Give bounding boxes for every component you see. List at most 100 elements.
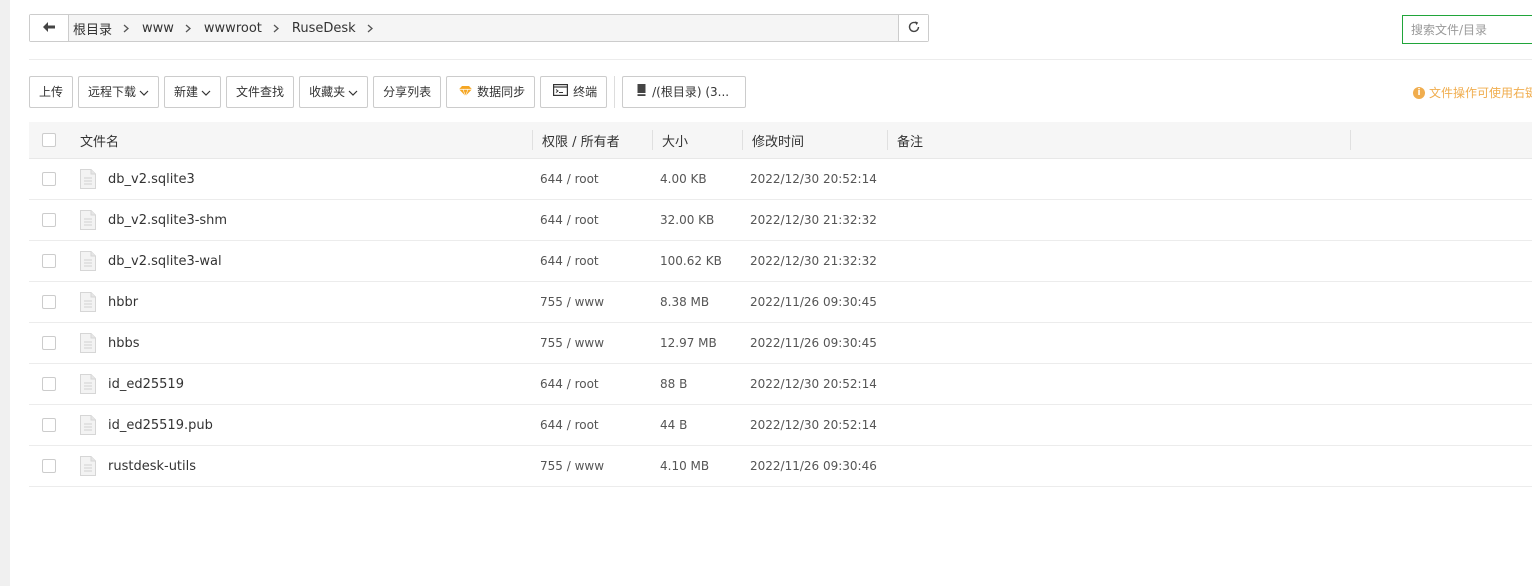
file-permission[interactable]: 644 / root: [540, 200, 599, 240]
toolbar: 上传 远程下载 新建 文件查找 收藏夹 分享列表 数据同步 终端 /(根目录) …: [29, 75, 751, 108]
table-row[interactable]: db_v2.sqlite3 644 / root 4.00 KB 2022/12…: [29, 159, 1532, 200]
chevron-down-icon: [136, 85, 149, 99]
favorites-button[interactable]: 收藏夹: [299, 75, 369, 108]
row-checkbox[interactable]: [42, 336, 56, 350]
file-note[interactable]: [895, 446, 1335, 486]
column-header-size[interactable]: 大小: [662, 122, 688, 158]
breadcrumb-item-wwwroot[interactable]: wwwroot: [204, 21, 292, 36]
file-name[interactable]: db_v2.sqlite3-wal: [108, 241, 222, 281]
file-size: 8.38 MB: [660, 295, 710, 309]
file-permission[interactable]: 755 / www: [540, 282, 604, 322]
file-name[interactable]: id_ed25519.pub: [108, 405, 213, 445]
select-all-checkbox[interactable]: [42, 133, 56, 147]
file-permission[interactable]: 755 / www: [540, 446, 604, 486]
file-note[interactable]: [895, 282, 1335, 322]
file-note[interactable]: [895, 364, 1335, 404]
file-size: 32.00 KB: [660, 213, 715, 227]
chevron-right-icon: [273, 24, 279, 33]
column-divider: [742, 130, 743, 150]
file-icon: [80, 251, 96, 274]
file-note[interactable]: [895, 241, 1335, 281]
row-checkbox[interactable]: [42, 459, 56, 473]
column-divider: [887, 130, 888, 150]
file-mtime: 2022/12/30 20:52:14: [750, 377, 877, 391]
file-size: 44 B: [660, 418, 688, 432]
remote-download-button[interactable]: 远程下载: [78, 75, 160, 108]
file-mtime: 2022/12/30 20:52:14: [750, 418, 877, 432]
column-header-mtime[interactable]: 修改时间: [752, 122, 804, 158]
diamond-icon: [456, 85, 473, 99]
table-row[interactable]: hbbr 755 / www 8.38 MB 2022/11/26 09:30:…: [29, 282, 1532, 323]
breadcrumb-item-rusedesk[interactable]: RuseDesk: [292, 21, 386, 36]
file-table: 文件名 权限 / 所有者 大小 修改时间 备注 db_v2.sqlite3 64…: [29, 122, 1532, 487]
back-button[interactable]: [30, 15, 69, 41]
column-header-perm[interactable]: 权限 / 所有者: [542, 122, 620, 158]
new-button[interactable]: 新建: [164, 75, 222, 108]
file-permission[interactable]: 644 / root: [540, 405, 599, 445]
row-checkbox[interactable]: [42, 377, 56, 391]
row-checkbox[interactable]: [42, 418, 56, 432]
row-checkbox[interactable]: [42, 172, 56, 186]
table-row[interactable]: id_ed25519 644 / root 88 B 2022/12/30 20…: [29, 364, 1532, 405]
file-name[interactable]: rustdesk-utils: [108, 446, 196, 486]
column-header-name[interactable]: 文件名: [80, 122, 119, 158]
table-row[interactable]: id_ed25519.pub 644 / root 44 B 2022/12/3…: [29, 405, 1532, 446]
search-input[interactable]: [1402, 15, 1532, 44]
file-mtime: 2022/12/30 21:32:32: [750, 213, 877, 227]
chevron-down-icon: [345, 85, 358, 99]
divider: [29, 59, 1532, 60]
file-name[interactable]: hbbr: [108, 282, 138, 322]
file-permission[interactable]: 644 / root: [540, 241, 599, 281]
data-sync-button[interactable]: 数据同步: [446, 75, 536, 108]
row-checkbox[interactable]: [42, 254, 56, 268]
file-icon: [80, 415, 96, 438]
file-mtime: 2022/11/26 09:30:46: [750, 459, 877, 473]
column-divider: [652, 130, 653, 150]
file-icon: [80, 292, 96, 315]
file-permission[interactable]: 755 / www: [540, 323, 604, 363]
file-icon: [80, 456, 96, 479]
column-divider: [1350, 130, 1351, 150]
table-row[interactable]: db_v2.sqlite3-shm 644 / root 32.00 KB 20…: [29, 200, 1532, 241]
arrow-left-icon: [43, 21, 55, 35]
file-size: 12.97 MB: [660, 336, 717, 350]
refresh-button[interactable]: [898, 15, 928, 41]
file-icon: [80, 374, 96, 397]
terminal-button[interactable]: 终端: [540, 75, 608, 108]
upload-button[interactable]: 上传: [29, 75, 74, 108]
path-bar: 根目录 www wwwroot RuseDesk: [29, 14, 929, 42]
file-name[interactable]: db_v2.sqlite3: [108, 159, 195, 199]
file-name[interactable]: id_ed25519: [108, 364, 184, 404]
info-icon: i: [1413, 86, 1425, 99]
file-manager-panel: 根目录 www wwwroot RuseDesk 上传: [10, 0, 1532, 586]
row-checkbox[interactable]: [42, 213, 56, 227]
file-mtime: 2022/12/30 21:32:32: [750, 254, 877, 268]
chevron-right-icon: [123, 24, 130, 33]
breadcrumb-item-root[interactable]: 根目录: [73, 19, 142, 38]
file-note[interactable]: [895, 159, 1335, 199]
disk-button[interactable]: /(根目录) (3...: [622, 75, 747, 108]
row-checkbox[interactable]: [42, 295, 56, 309]
table-row[interactable]: db_v2.sqlite3-wal 644 / root 100.62 KB 2…: [29, 241, 1532, 282]
file-note[interactable]: [895, 405, 1335, 445]
terminal-icon: [550, 84, 569, 99]
file-size: 4.00 KB: [660, 172, 707, 186]
column-divider: [532, 130, 533, 150]
file-note[interactable]: [895, 200, 1335, 240]
file-size: 88 B: [660, 377, 688, 391]
column-header-note[interactable]: 备注: [897, 122, 923, 158]
file-search-button[interactable]: 文件查找: [226, 75, 295, 108]
file-name[interactable]: hbbs: [108, 323, 140, 363]
table-header: 文件名 权限 / 所有者 大小 修改时间 备注: [29, 122, 1532, 159]
share-list-button[interactable]: 分享列表: [373, 75, 442, 108]
breadcrumb-item-www[interactable]: www: [142, 21, 204, 36]
file-name[interactable]: db_v2.sqlite3-shm: [108, 200, 227, 240]
file-permission[interactable]: 644 / root: [540, 364, 599, 404]
table-row[interactable]: hbbs 755 / www 12.97 MB 2022/11/26 09:30…: [29, 323, 1532, 364]
table-body: db_v2.sqlite3 644 / root 4.00 KB 2022/12…: [29, 159, 1532, 487]
file-mtime: 2022/11/26 09:30:45: [750, 336, 877, 350]
chevron-right-icon: [185, 24, 191, 33]
file-permission[interactable]: 644 / root: [540, 159, 599, 199]
table-row[interactable]: rustdesk-utils 755 / www 4.10 MB 2022/11…: [29, 446, 1532, 487]
file-note[interactable]: [895, 323, 1335, 363]
